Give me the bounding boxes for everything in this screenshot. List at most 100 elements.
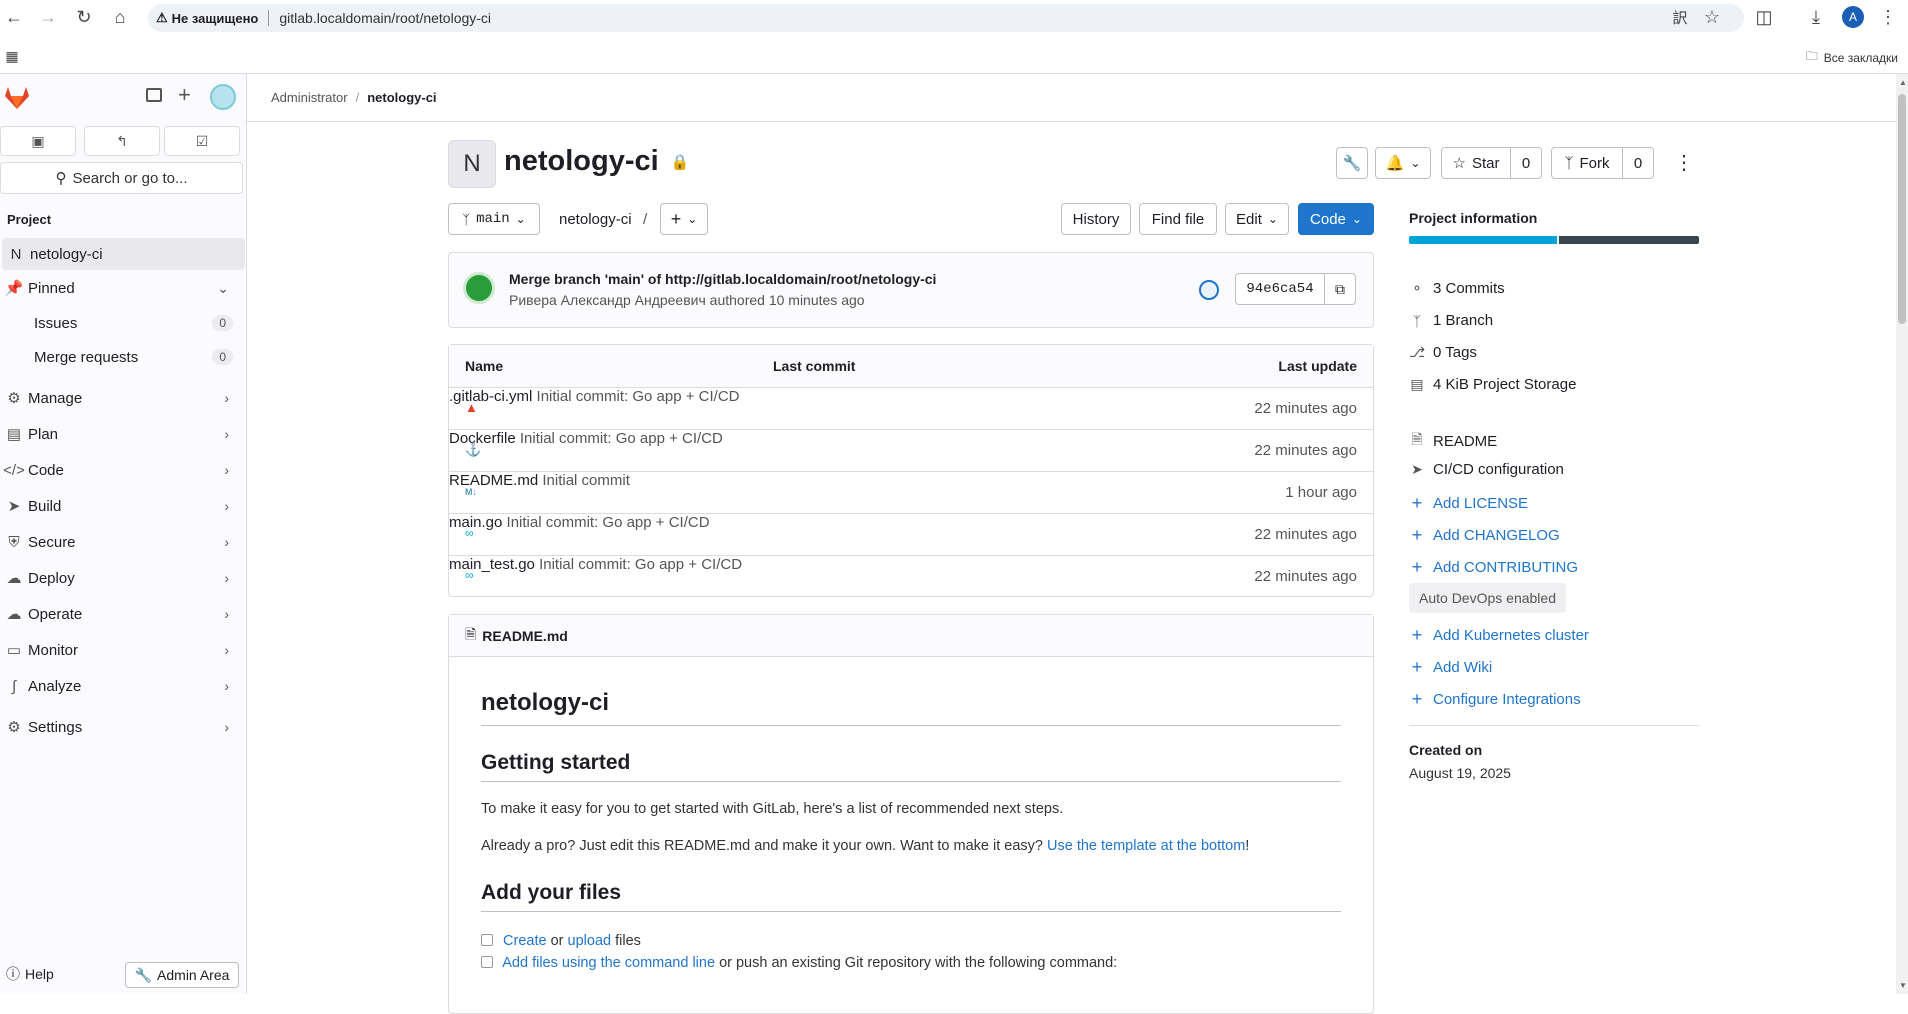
add-license-link[interactable]: + Add LICENSE: [1409, 493, 1528, 514]
add-to-tree-button[interactable]: + ⌄: [660, 203, 708, 235]
page-scrollbar[interactable]: ▲ ▼: [1896, 74, 1908, 994]
breadcrumb-current[interactable]: netology-ci: [367, 90, 436, 105]
count-badge: 0: [212, 315, 233, 331]
upload-link[interactable]: upload: [568, 933, 612, 949]
add-changelog-link[interactable]: + Add CHANGELOG: [1409, 525, 1560, 546]
create-link[interactable]: Create: [503, 933, 547, 949]
command-line-link[interactable]: Add files using the command line: [502, 955, 715, 971]
admin-area-button[interactable]: 🔧 Admin Area: [125, 962, 239, 988]
extensions-icon[interactable]: ◫: [1752, 5, 1776, 29]
add-wiki-link[interactable]: + Add Wiki: [1409, 657, 1492, 678]
bookmark-star-icon[interactable]: ☆: [1700, 5, 1724, 29]
template-link[interactable]: Use the template at the bottom: [1047, 838, 1245, 854]
commit-author-line: Ривера Александр Андреевич authored 10 m…: [509, 292, 865, 308]
branch-selector[interactable]: ᛉ main ⌄: [448, 203, 540, 235]
star-count[interactable]: 0: [1510, 147, 1542, 179]
readme-link[interactable]: 🗎 README: [1409, 429, 1497, 453]
sidebar-item-settings[interactable]: ⚙ Settings ›: [0, 711, 243, 743]
plus-icon: +: [1411, 625, 1423, 645]
apps-icon[interactable]: ▦: [0, 44, 24, 68]
breadcrumb-parent[interactable]: Administrator: [271, 90, 348, 105]
markdown-icon: M↓: [465, 487, 477, 497]
task-checkbox[interactable]: [481, 934, 493, 946]
table-row[interactable]: M↓ README.md Initial commit 1 hour ago: [449, 471, 1373, 513]
sidebar-item-project[interactable]: N netology-ci: [2, 238, 245, 270]
storage-link[interactable]: ▤ 4 KiB Project Storage: [1409, 376, 1576, 393]
commit-sha[interactable]: 94e6ca54: [1235, 273, 1325, 305]
table-row[interactable]: ▲ .gitlab-ci.yml Initial commit: Go app …: [449, 387, 1373, 429]
wrench-icon: 🔧: [134, 966, 153, 983]
copy-sha-button[interactable]: ⧉: [1324, 273, 1356, 305]
search-button[interactable]: ⚲ Search or go to...: [0, 162, 243, 194]
count-badge: 0: [212, 349, 233, 365]
pipeline-status-icon[interactable]: [1199, 280, 1219, 300]
fork-count[interactable]: 0: [1622, 147, 1654, 179]
add-contributing-link[interactable]: + Add CONTRIBUTING: [1409, 557, 1578, 578]
scroll-down-icon[interactable]: ▼: [1899, 981, 1907, 990]
all-bookmarks[interactable]: 🗀 Все закладки: [1806, 47, 1898, 68]
collapse-sidebar-icon[interactable]: [146, 88, 162, 102]
configure-integrations-link[interactable]: + Configure Integrations: [1409, 689, 1581, 710]
table-row[interactable]: ⚓ Dockerfile Initial commit: Go app + CI…: [449, 429, 1373, 471]
scroll-up-icon[interactable]: ▲: [1899, 78, 1907, 87]
sidebar-item-secure[interactable]: ⛨ Secure ›: [0, 526, 243, 558]
profile-avatar[interactable]: A: [1842, 6, 1864, 28]
more-actions-icon[interactable]: ⋮: [1674, 150, 1694, 175]
download-icon[interactable]: ⤓: [1804, 5, 1828, 29]
commits-link[interactable]: ⚬ 3 Commits: [1409, 280, 1505, 297]
sidebar-item-operate[interactable]: ☁ Operate ›: [0, 598, 243, 630]
storage-bar[interactable]: [1409, 236, 1699, 244]
user-avatar[interactable]: [210, 84, 236, 110]
address-bar[interactable]: ⚠ Не защищено gitlab.localdomain/root/net…: [148, 4, 1744, 32]
sidebar: + ▣ ↰ ☑ ⚲ Search or go to... Project N n…: [0, 74, 247, 994]
scrollbar-thumb[interactable]: [1898, 94, 1906, 324]
chevron-right-icon: ›: [224, 534, 229, 550]
home-icon[interactable]: ⌂: [108, 5, 132, 29]
menu-icon[interactable]: ⋮: [1876, 5, 1900, 29]
history-button[interactable]: History: [1061, 203, 1131, 235]
branches-link[interactable]: ᛉ1 Branch: [1409, 312, 1493, 329]
chevron-right-icon: ›: [224, 606, 229, 622]
sidebar-item-deploy[interactable]: ☁ Deploy ›: [0, 562, 243, 594]
todo-shortcut-button[interactable]: ☑: [164, 126, 240, 156]
sidebar-item-build[interactable]: ➤ Build ›: [0, 490, 243, 522]
commit-message[interactable]: Merge branch 'main' of http://gitlab.loc…: [509, 271, 936, 287]
issues-shortcut-button[interactable]: ▣: [0, 126, 76, 156]
new-item-icon[interactable]: +: [178, 82, 191, 108]
reload-icon[interactable]: ↻: [72, 5, 96, 29]
sidebar-item-analyze[interactable]: ∫ Analyze ›: [0, 670, 243, 702]
sidebar-item-code[interactable]: </> Code ›: [0, 454, 243, 486]
sidebar-item-issues[interactable]: Issues 0: [0, 307, 243, 339]
auto-devops-badge[interactable]: Auto DevOps enabled: [1409, 583, 1566, 613]
repo-path[interactable]: netology-ci: [559, 211, 632, 228]
sidebar-item-manage[interactable]: ⚙ Manage ›: [0, 382, 243, 414]
back-icon[interactable]: ←: [2, 5, 26, 29]
sidebar-item-merge-requests[interactable]: Merge requests 0: [0, 341, 243, 373]
disk-icon: ▤: [1410, 376, 1424, 392]
task-item: Create or upload files: [481, 933, 641, 949]
sidebar-item-pinned[interactable]: 📌 Pinned ⌄: [0, 272, 243, 304]
edit-dropdown-button[interactable]: Edit ⌄: [1225, 203, 1289, 235]
star-button[interactable]: ☆ Star: [1441, 147, 1511, 179]
translate-icon[interactable]: 訳: [1668, 5, 1692, 29]
add-kubernetes-link[interactable]: + Add Kubernetes cluster: [1409, 625, 1589, 646]
author-avatar[interactable]: [463, 272, 495, 304]
fork-button[interactable]: ᛉ Fork: [1551, 147, 1623, 179]
merge-requests-shortcut-button[interactable]: ↰: [84, 126, 160, 156]
find-file-button[interactable]: Find file: [1139, 203, 1217, 235]
readme-title: netology-ci: [481, 689, 1341, 726]
code-dropdown-button[interactable]: Code ⌄: [1298, 203, 1374, 235]
forward-icon[interactable]: →: [36, 5, 60, 29]
table-row[interactable]: ∞ main.go Initial commit: Go app + CI/CD…: [449, 513, 1373, 555]
admin-settings-button[interactable]: 🔧: [1336, 147, 1368, 179]
table-row[interactable]: ∞ main_test.go Initial commit: Go app + …: [449, 555, 1373, 597]
tags-link[interactable]: ⎇ 0 Tags: [1409, 344, 1477, 361]
security-warning[interactable]: ⚠ Не защищено: [156, 10, 258, 26]
notifications-button[interactable]: 🔔 ⌄: [1375, 147, 1431, 179]
gitlab-logo-icon[interactable]: [4, 86, 30, 110]
task-checkbox[interactable]: [481, 956, 493, 968]
sidebar-item-monitor[interactable]: ▭ Monitor ›: [0, 634, 243, 666]
cicd-config-link[interactable]: ➤ CI/CD configuration: [1409, 461, 1564, 478]
help-button[interactable]: ⓘ Help: [6, 964, 54, 984]
sidebar-item-plan[interactable]: ▤ Plan ›: [0, 418, 243, 450]
